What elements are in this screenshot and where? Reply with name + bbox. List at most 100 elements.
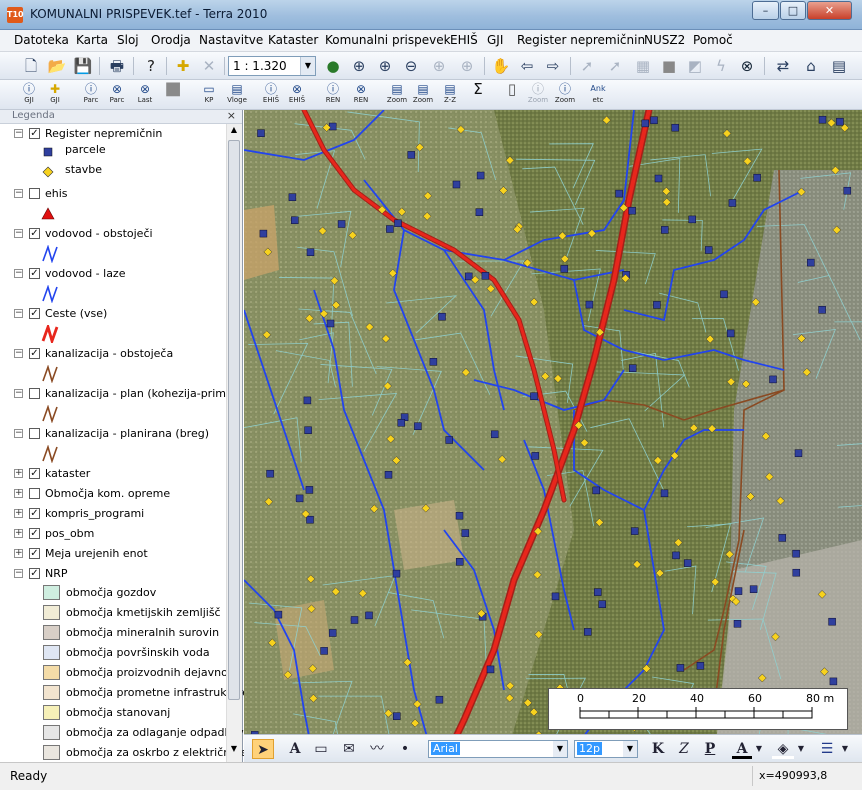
layer-checkbox[interactable]: ✓ [29, 128, 40, 139]
zoom-layer-icon[interactable]: ⊕ [456, 55, 478, 77]
legend-layer-row[interactable]: + ✓ kataster [0, 465, 226, 483]
expand-icon[interactable]: + [14, 489, 23, 498]
legend-layer-row[interactable]: − ✓ Ceste (vse) [0, 305, 226, 323]
menu-komunalni-prispevek[interactable]: Komunalni prispevek [325, 33, 451, 47]
italic-button[interactable]: Z [674, 739, 694, 759]
maximize-button[interactable]: □ [780, 1, 806, 20]
zoom-out-icon[interactable]: ⊖ [400, 55, 422, 77]
chevron-down-icon[interactable]: ▼ [623, 741, 637, 757]
legend-layer-row[interactable]: − kanalizacija - planirana (breg) [0, 425, 226, 443]
legend-layer-row[interactable]: − ✓ NRP [0, 565, 226, 583]
parc-info-button[interactable]: ⓘ Parc [78, 82, 104, 108]
font-size-select[interactable]: 12p ▼ [574, 740, 638, 758]
delete-icon[interactable]: ✕ [198, 55, 220, 77]
kp-button[interactable]: ▭ KP [196, 82, 222, 108]
add-arrow-icon[interactable]: ✚ [172, 55, 194, 77]
terra-app-icon[interactable]: T10 [7, 7, 24, 23]
font-family-select[interactable]: Arial ▼ [428, 740, 568, 758]
ehis-search-button[interactable]: ⊗ EHIŠ [284, 82, 310, 108]
print-icon[interactable]: 🖶 [106, 55, 128, 77]
expand-icon[interactable]: + [14, 529, 23, 538]
underline-button[interactable]: P [700, 739, 720, 759]
forward-arrow-icon[interactable]: ⇨ [542, 55, 564, 77]
layer-checkbox[interactable] [29, 188, 40, 199]
layer-checkbox[interactable] [29, 388, 40, 399]
layer-checkbox[interactable]: ✓ [29, 528, 40, 539]
lightning-icon[interactable]: ϟ [710, 55, 732, 77]
menu-kataster[interactable]: Kataster [268, 33, 318, 47]
zoom-button-2[interactable]: ▤ Zoom [410, 82, 436, 108]
document-pdf-icon[interactable]: ▤ [828, 55, 850, 77]
back-arrow-icon[interactable]: ⇦ [516, 55, 538, 77]
new-file-icon[interactable]: 🗋 [20, 55, 42, 77]
gji-import-button[interactable]: ✚ GJI [42, 82, 68, 108]
expand-icon[interactable]: + [14, 509, 23, 518]
binoculars-icon[interactable]: ⊗ [736, 55, 758, 77]
chart-icon[interactable]: ◩ [684, 55, 706, 77]
chevron-down-icon[interactable]: ▼ [754, 739, 764, 759]
open-folder-icon[interactable]: 📂 [46, 55, 68, 77]
legend-layer-row[interactable]: − ✓ Register nepremičnin [0, 125, 226, 143]
select-arrow-icon[interactable]: ➤ [252, 739, 274, 759]
fill-bucket-icon[interactable]: ◈ [772, 739, 794, 759]
zoom-in-icon[interactable]: ⊕ [348, 55, 370, 77]
menu-nusz2[interactable]: NUSZ2 [644, 33, 685, 47]
blank-doc-button[interactable]: ▯ [499, 82, 525, 108]
collapse-icon[interactable]: − [14, 309, 23, 318]
expand-icon[interactable]: + [14, 469, 23, 478]
chevron-down-icon[interactable]: ▼ [553, 741, 567, 757]
chevron-down-icon[interactable]: ▼ [840, 739, 850, 759]
menu-ehis[interactable]: EHIŠ [450, 33, 478, 47]
help-icon[interactable]: ? [140, 55, 162, 77]
scroll-up-arrow-icon[interactable]: ▲ [228, 125, 240, 139]
point-tool-icon[interactable]: • [394, 739, 416, 759]
polyline-tool-icon[interactable]: 〰 [366, 739, 388, 759]
gji-info-button[interactable]: ⓘ GJI [16, 82, 42, 108]
sigma-button[interactable]: Σ [465, 82, 491, 108]
layer-checkbox[interactable]: ✓ [29, 228, 40, 239]
bold-button[interactable]: K [648, 739, 668, 759]
close-button[interactable]: ✕ [807, 1, 852, 20]
menu-gji[interactable]: GJI [487, 33, 503, 47]
gray-square-icon[interactable]: ■ [658, 55, 680, 77]
label-icon[interactable]: ⌂ [800, 55, 822, 77]
zoom-button-1[interactable]: ▤ Zoom [384, 82, 410, 108]
line-style-icon[interactable]: ☰ [816, 739, 838, 759]
save-icon[interactable]: 💾 [72, 55, 94, 77]
font-color-button[interactable]: A [732, 739, 752, 759]
scroll-down-arrow-icon[interactable]: ▼ [228, 744, 240, 758]
select-info-icon[interactable]: ➚ [576, 55, 598, 77]
zoom-extent-icon[interactable]: ⊕ [428, 55, 450, 77]
gray-tool-button[interactable]: ■ [160, 80, 186, 108]
parc-search-button[interactable]: ⊗ Parc [104, 82, 130, 108]
layer-checkbox[interactable] [29, 488, 40, 499]
close-icon[interactable]: × [227, 110, 236, 122]
menu-karta[interactable]: Karta [76, 33, 108, 47]
layer-checkbox[interactable]: ✓ [29, 348, 40, 359]
ren-info-button[interactable]: ⓘ REN [320, 82, 346, 108]
ank-button[interactable]: Ank etc [585, 82, 611, 108]
pan-hand-icon[interactable]: ✋ [490, 55, 512, 77]
legend-layer-row[interactable]: + ✓ Meja urejenih enot [0, 545, 226, 563]
collapse-icon[interactable]: − [14, 189, 23, 198]
legend-layer-row[interactable]: − ✓ kanalizacija - obstoječa [0, 345, 226, 363]
vloge-button[interactable]: ▤ Vloge [224, 82, 250, 108]
collapse-icon[interactable]: − [14, 229, 23, 238]
map-canvas[interactable] [244, 110, 862, 762]
layer-checkbox[interactable]: ✓ [29, 268, 40, 279]
collapse-icon[interactable]: − [14, 569, 23, 578]
menu-nastavitve[interactable]: Nastavitve [199, 33, 263, 47]
menu-orodja[interactable]: Orodja [151, 33, 191, 47]
layer-checkbox[interactable] [29, 428, 40, 439]
menu-register-nepremicnin[interactable]: Register nepremičnin [517, 33, 645, 47]
layer-checkbox[interactable]: ✓ [29, 548, 40, 559]
grid-select-icon[interactable]: ▦ [632, 55, 654, 77]
legend-layer-row[interactable]: − kanalizacija - plan (kohezija-primar) [0, 385, 242, 403]
chevron-down-icon[interactable]: ▼ [300, 57, 315, 75]
zz-button[interactable]: ▤ Z-Z [437, 82, 463, 108]
envelope-tool-icon[interactable]: ✉ [338, 739, 360, 759]
layer-checkbox[interactable]: ✓ [29, 308, 40, 319]
layer-checkbox[interactable]: ✓ [29, 568, 40, 579]
legend-layer-row[interactable]: + Območja kom. opreme [0, 485, 226, 503]
menu-pomoc[interactable]: Pomoč [693, 33, 733, 47]
